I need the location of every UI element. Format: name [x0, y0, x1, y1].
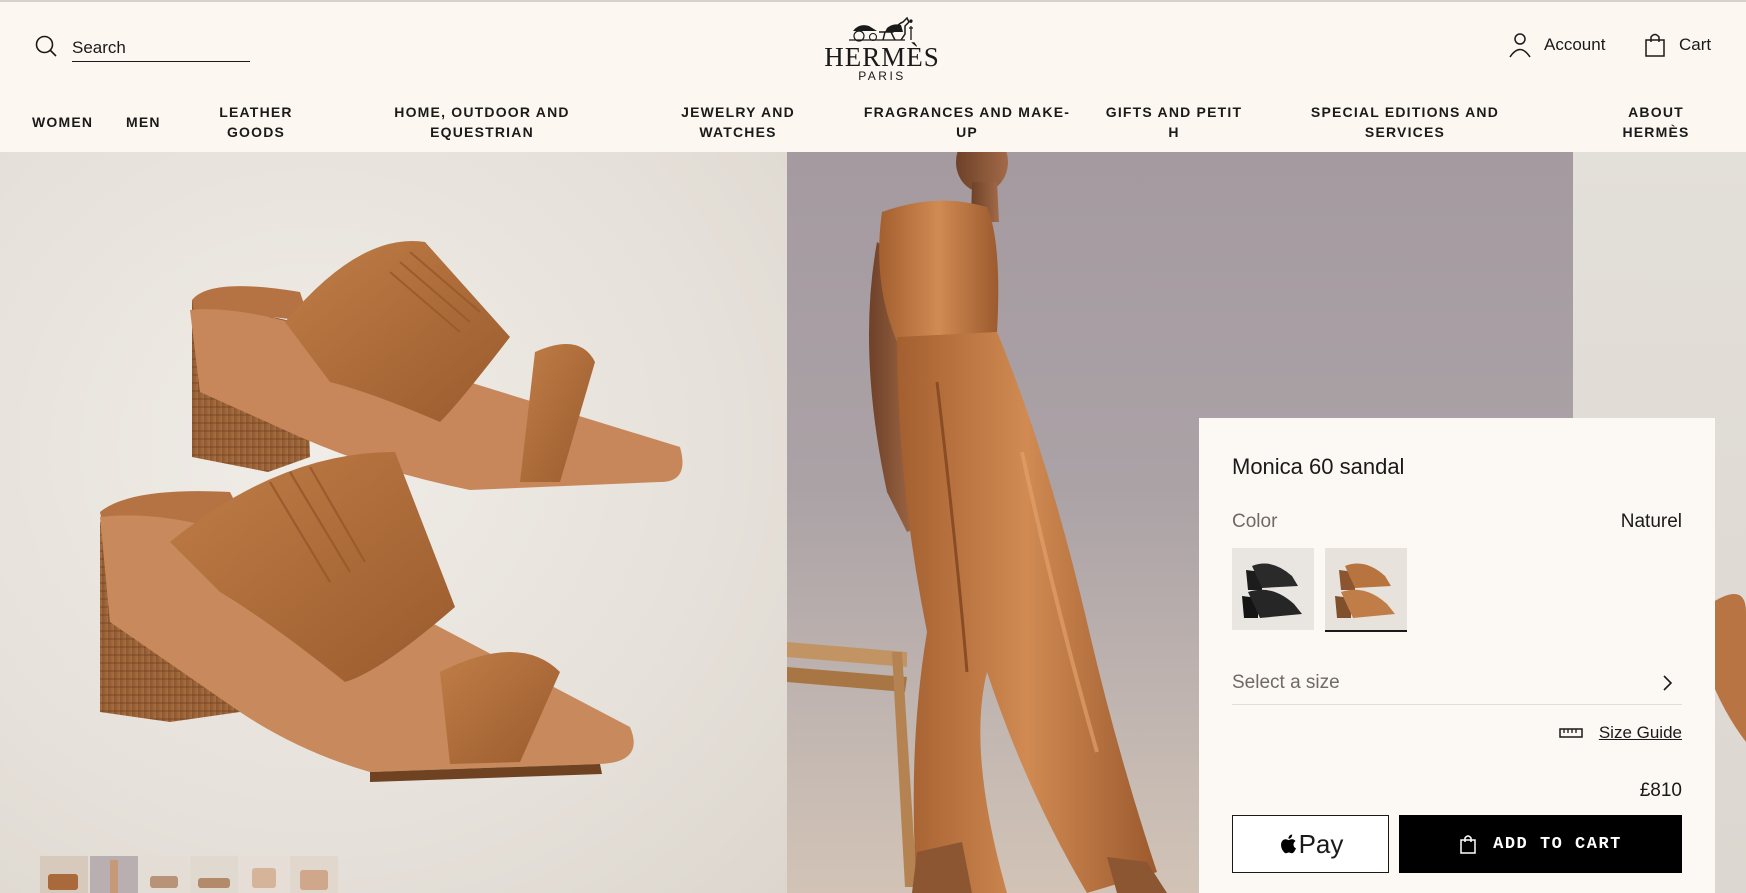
search-bar[interactable]: [34, 34, 250, 63]
nav-label-line1: SPECIAL EDITIONS AND: [1310, 104, 1500, 120]
search-input[interactable]: [72, 35, 250, 62]
nav-item-special-editions-services[interactable]: SPECIAL EDITIONS AND SERVICES: [1300, 102, 1510, 142]
nav-item-home-outdoor-equestrian[interactable]: HOME, OUTDOOR AND EQUESTRIAN: [382, 102, 582, 142]
shopping-bag-icon: [1645, 33, 1665, 57]
logo-wordmark: HERMÈS: [824, 42, 940, 72]
color-swatch-naturel[interactable]: [1325, 548, 1407, 630]
chevron-right-icon: [1663, 674, 1673, 691]
thumbnail-5[interactable]: [240, 856, 288, 893]
thumbnail-strip: [40, 856, 338, 893]
nav-label: WOMEN: [32, 114, 94, 130]
nav-item-men[interactable]: MEN: [126, 112, 161, 132]
cart-link[interactable]: Cart: [1643, 32, 1711, 58]
size-guide-label: Size Guide: [1598, 723, 1682, 742]
nav-item-leather-goods[interactable]: LEATHER GOODS: [216, 102, 296, 142]
color-swatch-black[interactable]: [1232, 548, 1314, 630]
thumbnail-3[interactable]: [140, 856, 188, 893]
nav-label-line2: SERVICES: [1364, 124, 1446, 140]
nav-label-line1: GIFTS AND PETIT: [1105, 104, 1243, 120]
nav-label-line2: UP: [956, 124, 978, 140]
nav-item-gifts-petit-h[interactable]: GIFTS AND PETIT H: [1104, 102, 1244, 142]
user-icon: [1509, 33, 1531, 58]
thumbnail-6[interactable]: [290, 856, 338, 893]
nav-item-about-hermes[interactable]: ABOUT HERMÈS: [1606, 102, 1706, 142]
nav-label-line2: HERMÈS: [1622, 124, 1690, 140]
color-label: Color: [1232, 511, 1278, 532]
shopping-bag-icon: [1460, 835, 1476, 854]
product-title: Monica 60 sandal: [1232, 454, 1405, 479]
thumbnail-4[interactable]: [190, 856, 238, 893]
brand-logo[interactable]: HERMÈS PARIS: [823, 14, 941, 83]
thumbnail-1[interactable]: [40, 856, 88, 893]
search-icon[interactable]: [34, 34, 58, 63]
apple-pay-label: Pay: [1298, 828, 1344, 859]
add-to-cart-label: ADD TO CART: [1493, 834, 1622, 854]
product-image-main[interactable]: [0, 152, 787, 893]
main-navigation: WOMEN MEN LEATHER GOODS HOME, OUTDOOR AND…: [0, 102, 1746, 146]
nav-label-line2: H: [1168, 124, 1180, 140]
account-link[interactable]: Account: [1508, 32, 1605, 58]
nav-label-line2: WATCHES: [699, 124, 777, 140]
product-panel: Monica 60 sandal Color Naturel Select a …: [1199, 418, 1715, 893]
size-selector-label: Select a size: [1232, 671, 1340, 693]
nav-label: MEN: [126, 114, 161, 130]
nav-label-line2: EQUESTRIAN: [430, 124, 534, 140]
nav-label-line1: FRAGRANCES AND MAKE-: [863, 104, 1071, 120]
nav-item-women[interactable]: WOMEN: [32, 112, 93, 132]
size-guide-link[interactable]: Size Guide: [1559, 723, 1682, 743]
naturel-sandal-thumbnail: [1335, 563, 1395, 618]
color-value: Naturel: [1620, 511, 1682, 532]
carriage-logo-icon: [849, 16, 913, 42]
nav-label-line2: GOODS: [226, 124, 286, 140]
apple-icon: [1280, 834, 1296, 854]
account-label: Account: [1544, 35, 1606, 54]
sandal-pair-illustration: [100, 241, 683, 782]
cart-label: Cart: [1679, 35, 1712, 54]
add-to-cart-button[interactable]: ADD TO CART: [1399, 815, 1682, 873]
nav-label-line1: HOME, OUTDOOR AND: [394, 104, 570, 120]
apple-pay-button[interactable]: Pay: [1232, 815, 1389, 873]
nav-item-jewelry-watches[interactable]: JEWELRY AND WATCHES: [668, 102, 808, 142]
nav-label-line1: ABOUT: [1628, 104, 1684, 120]
size-selector[interactable]: Select a size: [1232, 661, 1682, 705]
black-sandal-thumbnail: [1242, 563, 1302, 618]
product-price: £810: [1639, 780, 1682, 801]
nav-label-line1: LEATHER: [219, 104, 293, 120]
selected-swatch-indicator: [1325, 630, 1407, 632]
thumbnail-2[interactable]: [90, 856, 138, 893]
site-header: HERMÈS PARIS Account Cart WOMEN MEN LEAT…: [0, 0, 1746, 152]
nav-item-fragrances-makeup[interactable]: FRAGRANCES AND MAKE- UP: [862, 102, 1072, 142]
ruler-icon: [1559, 728, 1583, 738]
nav-label-line1: JEWELRY AND: [681, 104, 795, 120]
